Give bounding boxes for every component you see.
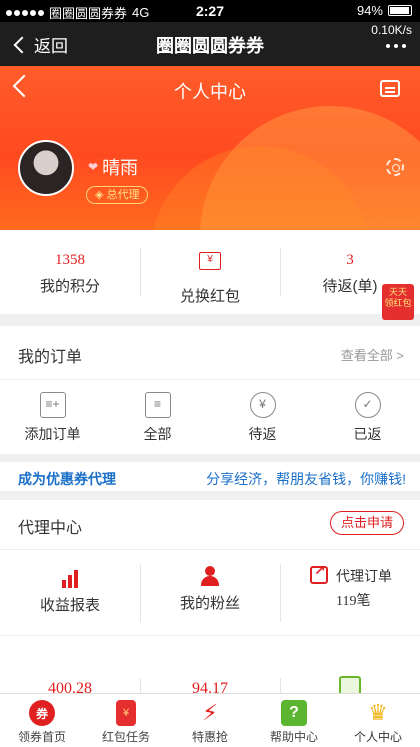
stats-row: 1358 我的积分 兑换红包 3 待返(单) (0, 230, 420, 314)
flash-icon (197, 700, 223, 726)
tab-deals-label: 特惠抢 (191, 730, 228, 744)
agent-value-2[interactable]: 94.17 (140, 664, 280, 736)
message-icon[interactable] (380, 80, 400, 97)
red-packet-icon (116, 700, 136, 726)
agent-header: 代理中心 点击申请 (0, 500, 420, 550)
tab-deals[interactable]: 特惠抢 (168, 694, 252, 747)
daily-red-packet-badge[interactable]: 天天 领红包 (382, 284, 414, 320)
badge-line2: 领红包 (384, 298, 412, 308)
gear-icon[interactable] (386, 158, 404, 176)
tab-red-packet-label: 红包任务 (101, 730, 150, 744)
role-badge: ◈ 总代理 (86, 186, 149, 204)
stat-points[interactable]: 1358 我的积分 (0, 230, 140, 314)
points-value: 1358 (55, 252, 85, 268)
tab-home-label: 领券首页 (17, 730, 66, 744)
add-order-icon: ≡+ (39, 392, 66, 418)
pending-value: 3 (346, 252, 354, 268)
agent-row: 收益报表 我的粉丝 代理订单 119笔 (0, 550, 420, 636)
order-pending[interactable]: ¥ 待返 (210, 380, 315, 454)
redeem-label: 兑换红包 (179, 288, 240, 305)
help-icon (281, 700, 307, 726)
order-all[interactable]: ≡ 全部 (105, 380, 210, 454)
order-add[interactable]: ≡+ 添加订单 (0, 380, 105, 454)
coupon-icon (29, 700, 55, 726)
username: ❤ 晴雨 (88, 154, 138, 180)
tab-red-packet[interactable]: 红包任务 (84, 694, 168, 747)
promo-right: 分享经济，帮朋友省钱，你赚钱! (206, 471, 406, 487)
heart-icon: ❤ (88, 160, 99, 174)
order-pending-label: 待返 (248, 426, 277, 442)
stat-redeem[interactable]: 兑换红包 (140, 230, 280, 314)
username-text: 晴雨 (102, 158, 139, 178)
screen: 圈圈圆圆券券 4G 2:27 94% 返回 圈圈圆圆券券 0.10K/s 个人中… (0, 0, 420, 747)
orders-header: 我的订单 查看全部 > (0, 326, 420, 380)
apply-button[interactable]: 点击申请 (329, 511, 404, 535)
earnings-label: 收益报表 (39, 597, 100, 614)
order-add-label: 添加订单 (24, 426, 81, 442)
more-menu-button[interactable] (386, 44, 406, 48)
agent-orders-count: 119笔 (336, 594, 371, 609)
agent-fans[interactable]: 我的粉丝 (140, 550, 280, 635)
agent-orders[interactable]: 代理订单 119笔 (280, 550, 420, 635)
agent-value-1[interactable]: 400.28 (0, 664, 140, 697)
crown-icon (365, 700, 391, 726)
orders-section: 我的订单 查看全部 > ≡+ 添加订单 ≡ 全部 ¥ 待返 ✓ 已返 (0, 326, 420, 454)
promo-left: 成为优惠券代理 (18, 471, 116, 487)
agent-values-row: 400.28 94.17 (0, 636, 420, 736)
view-all-link[interactable]: 查看全部 > (341, 345, 404, 364)
status-bar: 圈圈圆圆券券 4G 2:27 94% (0, 0, 420, 22)
app-bar: 返回 圈圈圆圆券券 0.10K/s (0, 22, 420, 66)
refund-icon: ¥ (249, 392, 276, 418)
fans-icon (200, 566, 220, 586)
diamond-icon: ◈ (95, 189, 104, 201)
role-text: 总代理 (106, 189, 140, 201)
agent-orders-label: 代理订单 (336, 568, 392, 584)
tab-profile-label: 个人中心 (353, 730, 402, 744)
agent-title: 代理中心 (18, 520, 83, 537)
clipboard-icon: ≡ (144, 392, 171, 418)
app-title: 圈圈圆圆券券 (156, 36, 264, 56)
tab-home[interactable]: 领券首页 (0, 694, 84, 747)
points-label: 我的积分 (39, 278, 100, 295)
agent-promo-banner[interactable]: 成为优惠券代理 分享经济，帮朋友省钱，你赚钱! (0, 462, 420, 492)
profile-header: 个人中心 ❤ 晴雨 ◈ 总代理 (0, 66, 420, 230)
red-envelope-icon (199, 252, 221, 270)
badge-line1: 天天 (388, 287, 407, 297)
bottom-tab-bar: 领券首页 红包任务 特惠抢 帮助中心 个人中心 (0, 693, 420, 747)
order-all-label: 全部 (143, 426, 172, 442)
page-title: 个人中心 (174, 82, 246, 102)
status-right: 94% (357, 3, 412, 18)
tab-help[interactable]: 帮助中心 (252, 694, 336, 747)
agent-earnings[interactable]: 收益报表 (0, 550, 140, 635)
tab-profile[interactable]: 个人中心 (336, 694, 420, 747)
fans-label: 我的粉丝 (179, 595, 240, 612)
user-check-icon: ✓ (354, 392, 381, 418)
battery-percent: 94% (356, 3, 383, 18)
share-icon (310, 562, 328, 584)
header-nav: 个人中心 (0, 66, 420, 112)
agent-center: 代理中心 点击申请 收益报表 我的粉丝 代理订单 119笔 400.28 (0, 500, 420, 736)
orders-title: 我的订单 (18, 349, 83, 366)
orders-row: ≡+ 添加订单 ≡ 全部 ¥ 待返 ✓ 已返 (0, 380, 420, 454)
chart-icon (59, 566, 81, 588)
network-speed: 0.10K/s (371, 23, 412, 37)
avatar[interactable] (18, 140, 74, 196)
order-returned[interactable]: ✓ 已返 (315, 380, 420, 454)
agent-value-3[interactable] (280, 664, 420, 736)
tab-help-label: 帮助中心 (269, 730, 318, 744)
order-returned-label: 已返 (353, 426, 382, 442)
battery-icon (388, 5, 412, 16)
